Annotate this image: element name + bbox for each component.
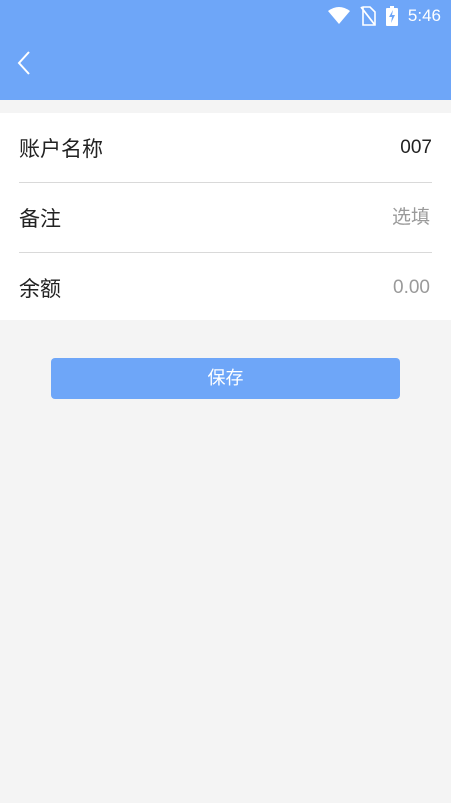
app-header: 5:46: [0, 0, 451, 100]
balance-input[interactable]: [228, 275, 432, 300]
remark-label: 备注: [19, 206, 61, 231]
account-name-row: 账户名称 007: [19, 113, 432, 182]
wifi-icon: [327, 7, 350, 25]
status-bar: 5:46: [327, 4, 441, 28]
account-name-label: 账户名称: [19, 136, 103, 161]
account-form: 账户名称 007 备注 余额: [0, 113, 451, 320]
battery-charging-icon: [385, 6, 398, 26]
save-button[interactable]: 保存: [51, 358, 400, 399]
chevron-left-icon: [16, 50, 32, 80]
remark-input[interactable]: [228, 205, 432, 230]
status-time: 5:46: [407, 6, 441, 25]
remark-row: 备注: [19, 182, 432, 252]
no-sim-icon: [360, 6, 376, 26]
back-button[interactable]: [8, 48, 40, 82]
balance-row: 余额: [19, 252, 432, 322]
account-name-value: 007: [400, 136, 432, 158]
balance-label: 余额: [19, 276, 61, 301]
